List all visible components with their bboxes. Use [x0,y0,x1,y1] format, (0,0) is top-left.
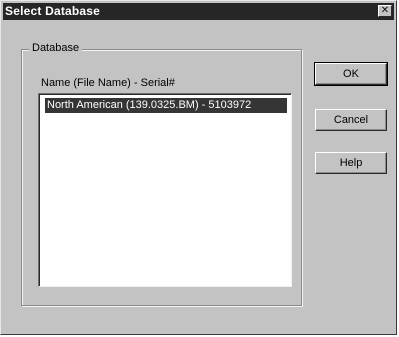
cancel-button[interactable]: Cancel [315,109,387,131]
select-database-dialog: Select Database ✕ Database Name (File Na… [0,0,397,335]
ok-button[interactable]: OK [314,62,388,86]
database-listbox[interactable]: North American (139.0325.BM) - 5103972 [38,93,292,287]
close-icon: ✕ [380,5,390,16]
help-button[interactable]: Help [315,152,387,174]
dialog-title: Select Database [5,4,101,18]
title-bar[interactable]: Select Database ✕ [3,3,394,20]
list-item[interactable]: North American (139.0325.BM) - 5103972 [45,98,287,113]
database-group-label: Database [29,41,83,55]
list-column-header: Name (File Name) - Serial# [41,77,175,89]
close-button[interactable]: ✕ [378,5,392,17]
